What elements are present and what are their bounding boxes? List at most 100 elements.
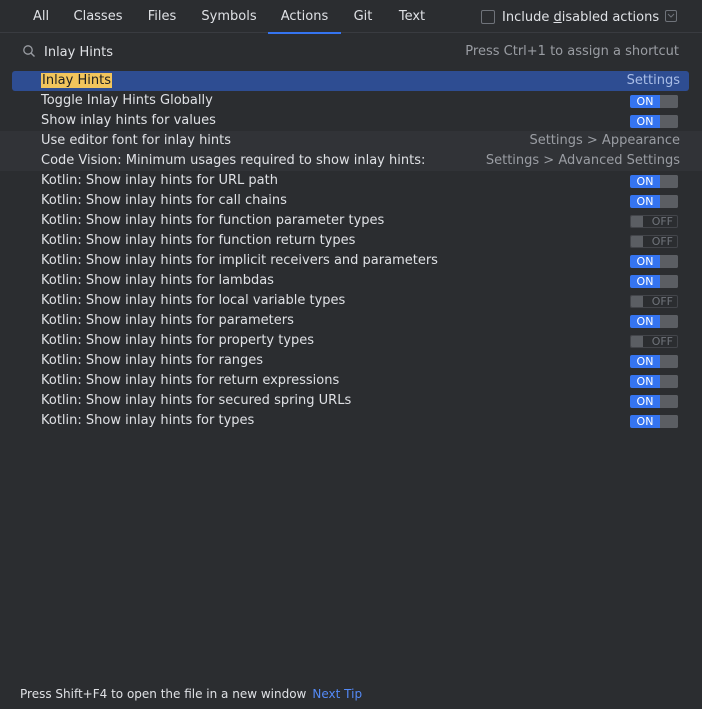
tab-text[interactable]: Text	[391, 0, 433, 33]
results-list: Inlay Hints Settings Toggle Inlay Hints …	[0, 71, 702, 431]
scope-tab-bar: All Classes Files Symbols Actions Git Te…	[0, 0, 702, 34]
toggle-switch[interactable]: ON	[630, 275, 678, 288]
tab-actions[interactable]: Actions	[268, 0, 341, 34]
toggle-switch[interactable]: ON	[630, 355, 678, 368]
toggle-state: OFF	[651, 295, 673, 308]
toggle-handle	[631, 336, 643, 347]
toggle-switch[interactable]: ON	[630, 175, 678, 188]
toggle-handle	[660, 355, 678, 368]
toggle-switch[interactable]: OFF	[630, 335, 678, 348]
result-label: Code Vision: Minimum usages required to …	[41, 153, 426, 168]
list-item[interactable]: Show inlay hints for values ON	[0, 111, 702, 131]
toggle-state: ON	[630, 255, 660, 268]
result-label: Kotlin: Show inlay hints for ranges	[41, 353, 264, 368]
include-disabled-label: Include disabled actions	[502, 9, 660, 25]
result-location: Settings > Appearance	[529, 133, 680, 148]
next-tip-link[interactable]: Next Tip	[312, 687, 362, 701]
list-item[interactable]: Kotlin: Show inlay hints for property ty…	[0, 331, 702, 351]
result-label: Show inlay hints for values	[41, 113, 216, 128]
tab-symbols[interactable]: Symbols	[194, 0, 264, 33]
toggle-handle	[631, 216, 643, 227]
filter-icon[interactable]	[665, 10, 677, 22]
include-disabled-checkbox[interactable]	[481, 10, 495, 24]
result-label: Kotlin: Show inlay hints for local varia…	[41, 293, 346, 308]
shortcut-hint: Press Ctrl+1 to assign a shortcut	[465, 44, 679, 59]
result-label: Inlay Hints	[41, 73, 112, 88]
result-label: Kotlin: Show inlay hints for function re…	[41, 233, 356, 248]
list-item[interactable]: Kotlin: Show inlay hints for call chains…	[0, 191, 702, 211]
toggle-switch[interactable]: ON	[630, 95, 678, 108]
toggle-handle	[631, 296, 643, 307]
result-label: Kotlin: Show inlay hints for implicit re…	[41, 253, 438, 268]
result-label: Kotlin: Show inlay hints for function pa…	[41, 213, 385, 228]
list-item[interactable]: Kotlin: Show inlay hints for parameters …	[0, 311, 702, 331]
list-item[interactable]: Kotlin: Show inlay hints for types ON	[0, 411, 702, 431]
result-label: Kotlin: Show inlay hints for secured spr…	[41, 393, 352, 408]
tab-files[interactable]: Files	[138, 0, 186, 33]
toggle-switch[interactable]: OFF	[630, 295, 678, 308]
result-label: Kotlin: Show inlay hints for call chains	[41, 193, 287, 208]
list-item[interactable]: Kotlin: Show inlay hints for lambdas ON	[0, 271, 702, 291]
list-item[interactable]: Inlay Hints Settings	[12, 71, 689, 91]
toggle-switch[interactable]: ON	[630, 115, 678, 128]
toggle-state: ON	[630, 315, 660, 328]
result-label: Kotlin: Show inlay hints for property ty…	[41, 333, 315, 348]
toggle-switch[interactable]: ON	[630, 395, 678, 408]
toggle-handle	[660, 255, 678, 268]
toggle-switch[interactable]: ON	[630, 255, 678, 268]
toggle-switch[interactable]: ON	[630, 195, 678, 208]
toggle-switch[interactable]: OFF	[630, 215, 678, 228]
list-item[interactable]: Kotlin: Show inlay hints for function re…	[0, 231, 702, 251]
toggle-switch[interactable]: ON	[630, 415, 678, 428]
tip-text: Press Shift+F4 to open the file in a new…	[20, 687, 307, 701]
result-label: Kotlin: Show inlay hints for URL path	[41, 173, 278, 188]
toggle-switch[interactable]: ON	[630, 315, 678, 328]
result-label: Kotlin: Show inlay hints for parameters	[41, 313, 294, 328]
result-label: Kotlin: Show inlay hints for lambdas	[41, 273, 274, 288]
list-item[interactable]: Code Vision: Minimum usages required to …	[0, 151, 702, 171]
toggle-handle	[660, 95, 678, 108]
result-location: Settings	[626, 73, 680, 88]
tab-git[interactable]: Git	[347, 0, 379, 33]
result-label: Use editor font for inlay hints	[41, 133, 232, 148]
toggle-state: ON	[630, 195, 660, 208]
toggle-state: ON	[630, 175, 660, 188]
search-input[interactable]	[44, 42, 424, 62]
toggle-handle	[660, 375, 678, 388]
toggle-handle	[660, 115, 678, 128]
result-location: Settings > Advanced Settings	[485, 153, 680, 168]
toggle-handle	[660, 315, 678, 328]
toggle-state: ON	[630, 415, 660, 428]
list-item[interactable]: Kotlin: Show inlay hints for implicit re…	[0, 251, 702, 271]
toggle-state: ON	[630, 275, 660, 288]
list-item[interactable]: Kotlin: Show inlay hints for return expr…	[0, 371, 702, 391]
list-item[interactable]: Kotlin: Show inlay hints for secured spr…	[0, 391, 702, 411]
tab-all[interactable]: All	[22, 0, 60, 33]
result-label: Toggle Inlay Hints Globally	[41, 93, 213, 108]
toggle-state: ON	[630, 395, 660, 408]
toggle-handle	[660, 195, 678, 208]
result-label: Kotlin: Show inlay hints for return expr…	[41, 373, 340, 388]
toggle-state: ON	[630, 115, 660, 128]
toggle-state: ON	[630, 95, 660, 108]
toggle-switch[interactable]: OFF	[630, 235, 678, 248]
toggle-state: OFF	[651, 235, 673, 248]
search-icon	[22, 44, 36, 58]
list-item[interactable]: Kotlin: Show inlay hints for local varia…	[0, 291, 702, 311]
list-item[interactable]: Toggle Inlay Hints Globally ON	[0, 91, 702, 111]
search-row: Press Ctrl+1 to assign a shortcut	[0, 38, 702, 66]
list-item[interactable]: Kotlin: Show inlay hints for ranges ON	[0, 351, 702, 371]
tab-classes[interactable]: Classes	[66, 0, 130, 33]
list-item[interactable]: Use editor font for inlay hints Settings…	[0, 131, 702, 151]
list-item[interactable]: Kotlin: Show inlay hints for function pa…	[0, 211, 702, 231]
toggle-switch[interactable]: ON	[630, 375, 678, 388]
result-label: Kotlin: Show inlay hints for types	[41, 413, 255, 428]
toggle-handle	[660, 175, 678, 188]
toggle-state: ON	[630, 375, 660, 388]
footer-tip: Press Shift+F4 to open the file in a new…	[20, 687, 362, 701]
toggle-handle	[631, 236, 643, 247]
toggle-state: OFF	[651, 215, 673, 228]
include-disabled-actions[interactable]: Include disabled actions	[481, 8, 659, 26]
toggle-handle	[660, 395, 678, 408]
list-item[interactable]: Kotlin: Show inlay hints for URL path ON	[0, 171, 702, 191]
